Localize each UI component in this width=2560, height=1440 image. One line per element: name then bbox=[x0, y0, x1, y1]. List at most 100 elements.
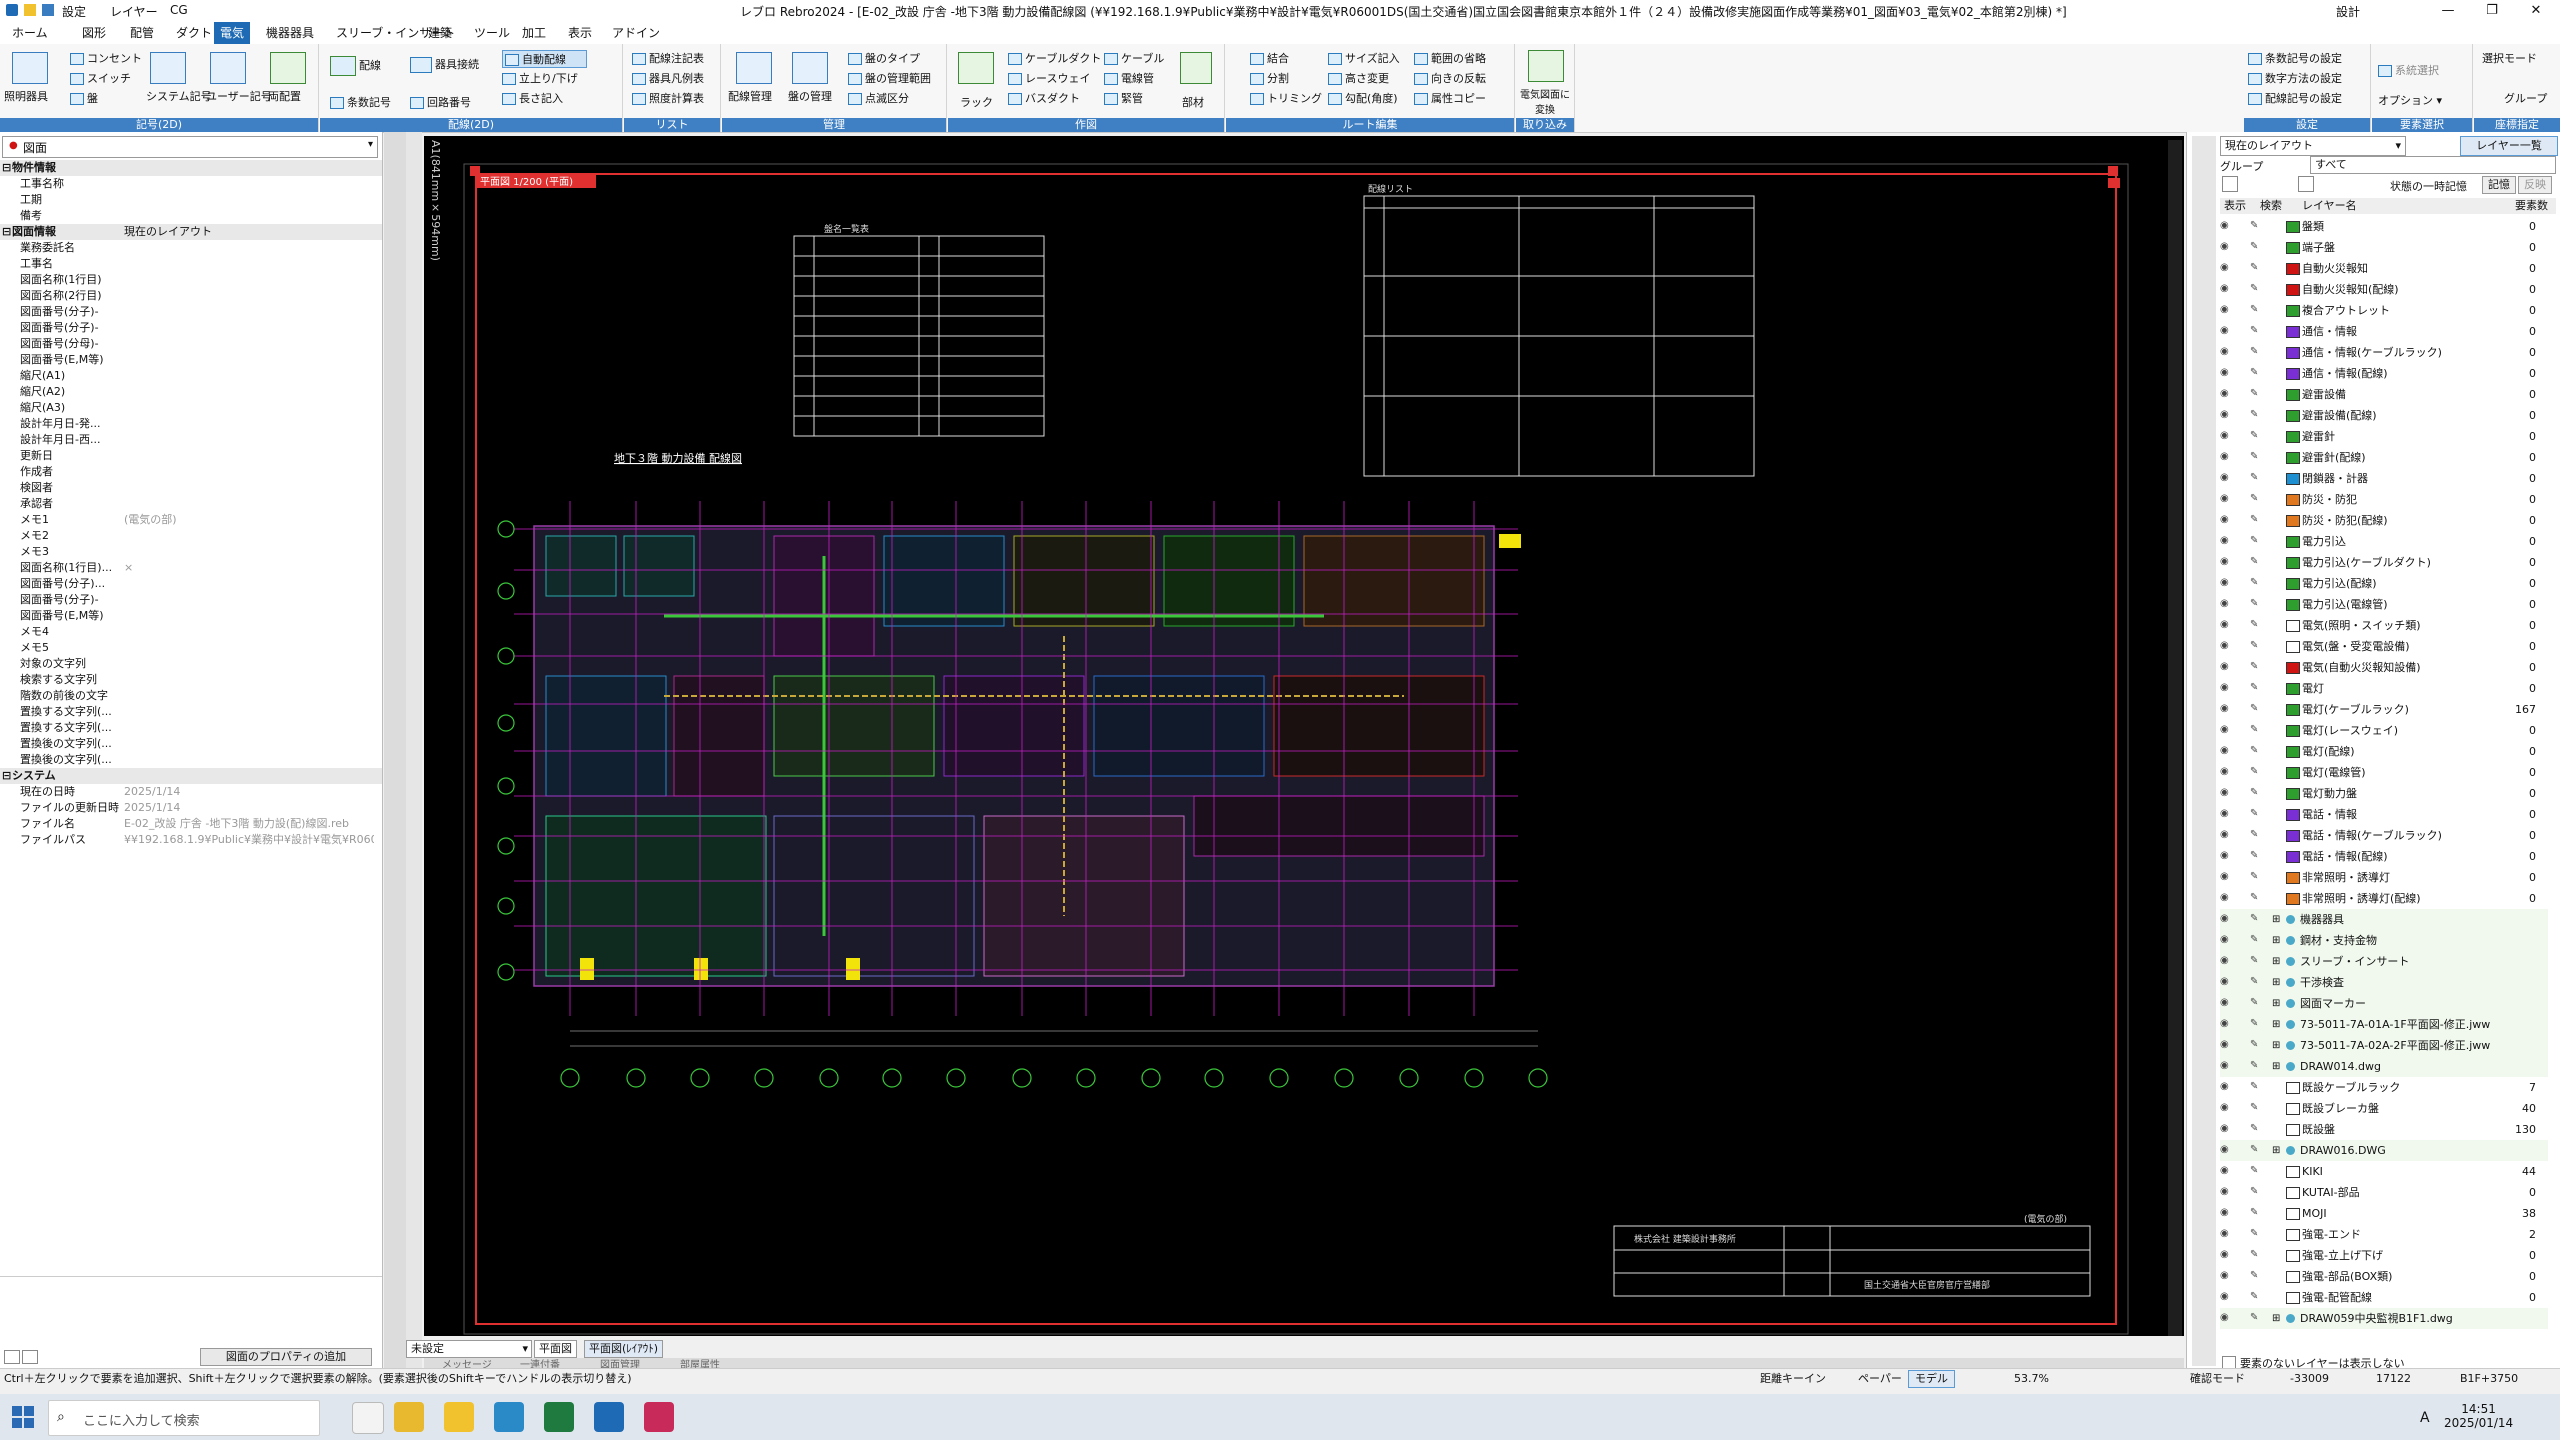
property-row[interactable]: 図面番号(分子)- bbox=[0, 304, 382, 320]
layer-row[interactable]: ◉ ✎ KUTAI-部品 0 bbox=[2220, 1182, 2548, 1203]
eye-icon[interactable]: ◉ bbox=[2220, 661, 2234, 673]
wiring-button[interactable]: 配線 bbox=[330, 56, 381, 76]
pencil-icon[interactable]: ✎ bbox=[2250, 787, 2264, 799]
options-button[interactable]: オプション ▾ bbox=[2378, 92, 2442, 108]
list-view-icon[interactable] bbox=[22, 1350, 38, 1364]
menu-tools[interactable]: ツール bbox=[468, 22, 516, 44]
property-row[interactable]: 置換後の文字列(... bbox=[0, 752, 382, 768]
layer-color-swatch[interactable] bbox=[2286, 1208, 2300, 1220]
collapse-icon[interactable]: ⊟ bbox=[2, 768, 11, 784]
wire-count-button[interactable]: 条数記号 bbox=[330, 94, 391, 110]
member-icon[interactable] bbox=[1180, 52, 1212, 84]
layer-row[interactable]: ◉ ✎ 通信・情報 0 bbox=[2220, 321, 2548, 342]
pencil-icon[interactable]: ✎ bbox=[2250, 703, 2264, 715]
layer-row[interactable]: ◉ ✎ 電力引込 0 bbox=[2220, 531, 2548, 552]
memory-button[interactable]: 記憶 bbox=[2482, 176, 2516, 194]
eye-icon[interactable]: ◉ bbox=[2220, 241, 2234, 253]
pencil-icon[interactable]: ✎ bbox=[2250, 262, 2264, 274]
property-row[interactable]: 図面番号(分子)- bbox=[0, 592, 382, 608]
layer-row[interactable]: ◉ ✎ 電力引込(電線管) 0 bbox=[2220, 594, 2548, 615]
layer-row[interactable]: ◉ ✎ 電気(自動火災報知設備) 0 bbox=[2220, 657, 2548, 678]
windows-start-icon[interactable] bbox=[10, 1404, 36, 1430]
eye-icon[interactable]: ◉ bbox=[2220, 304, 2234, 316]
reflect-button[interactable]: 反映 bbox=[2518, 176, 2552, 194]
col-layer-name[interactable]: レイヤー名 bbox=[2302, 198, 2357, 214]
ime-indicator[interactable]: A bbox=[2420, 1410, 2430, 1426]
layer-row[interactable]: ◉ ✎ 非常照明・誘導灯(配線) 0 bbox=[2220, 888, 2548, 909]
split-button[interactable]: 分割 bbox=[1250, 70, 1289, 86]
system-symbol-button[interactable]: システム記号 bbox=[146, 88, 212, 104]
layer-row[interactable]: ◉ ✎ 既設ブレーカ盤 40 bbox=[2220, 1098, 2548, 1119]
expand-icon[interactable]: ⊞ bbox=[2272, 972, 2280, 993]
pencil-icon[interactable]: ✎ bbox=[2250, 913, 2264, 925]
panel-type-button[interactable]: 盤のタイプ bbox=[848, 50, 920, 66]
layer-row[interactable]: ◉ ✎ 電灯動力盤 0 bbox=[2220, 783, 2548, 804]
eye-icon[interactable]: ◉ bbox=[2220, 997, 2234, 1009]
pencil-icon[interactable]: ✎ bbox=[2250, 430, 2264, 442]
pencil-icon[interactable]: ✎ bbox=[2250, 1039, 2264, 1051]
property-row[interactable]: 階数の前後の文字 bbox=[0, 688, 382, 704]
layer-color-swatch[interactable] bbox=[2286, 431, 2300, 443]
collapse-icon[interactable]: ⊟ bbox=[2, 224, 11, 240]
refresh-icon[interactable] bbox=[2222, 176, 2238, 192]
open-icon[interactable] bbox=[24, 4, 36, 16]
pencil-icon[interactable]: ✎ bbox=[2250, 388, 2264, 400]
eye-icon[interactable]: ◉ bbox=[2220, 703, 2234, 715]
pencil-icon[interactable]: ✎ bbox=[2250, 472, 2264, 484]
eye-icon[interactable]: ◉ bbox=[2220, 1165, 2234, 1177]
layer-row[interactable]: ◉ ✎ 強電-エンド 2 bbox=[2220, 1224, 2548, 1245]
property-row[interactable]: メモ3 bbox=[0, 544, 382, 560]
chrome-icon[interactable] bbox=[394, 1402, 424, 1432]
layer-color-swatch[interactable] bbox=[2286, 305, 2300, 317]
layer-row[interactable]: ◉ ✎ MOJI 38 bbox=[2220, 1203, 2548, 1224]
layer-group-row[interactable]: ◉ ✎ ⊞ 図面マーカー bbox=[2220, 993, 2548, 1014]
property-row[interactable]: メモ1 (電気の部) bbox=[0, 512, 382, 528]
pencil-icon[interactable]: ✎ bbox=[2250, 850, 2264, 862]
layer-row[interactable]: ◉ ✎ 電灯(配線) 0 bbox=[2220, 741, 2548, 762]
property-value[interactable]: × bbox=[124, 560, 374, 576]
eye-icon[interactable]: ◉ bbox=[2220, 892, 2234, 904]
pencil-icon[interactable]: ✎ bbox=[2250, 1249, 2264, 1261]
pencil-icon[interactable]: ✎ bbox=[2250, 1270, 2264, 1282]
property-row[interactable]: 図面番号(分母)- bbox=[0, 336, 382, 352]
property-row[interactable]: 図面名称(1行目)... × bbox=[0, 560, 382, 576]
pencil-icon[interactable]: ✎ bbox=[2250, 220, 2264, 232]
property-row[interactable]: 置換後の文字列(... bbox=[0, 736, 382, 752]
menu-duct[interactable]: ダクト bbox=[170, 22, 218, 44]
fixture-legend-button[interactable]: 器具凡例表 bbox=[632, 70, 704, 86]
taskbar-search[interactable]: ⌕ ここに入力して検索 bbox=[48, 1400, 320, 1436]
pencil-icon[interactable]: ✎ bbox=[2250, 1186, 2264, 1198]
pencil-icon[interactable]: ✎ bbox=[2250, 640, 2264, 652]
expand-icon[interactable]: ⊞ bbox=[2272, 1035, 2280, 1056]
layer-group-row[interactable]: ◉ ✎ ⊞ DRAW059中央監視B1F1.dwg bbox=[2220, 1308, 2548, 1329]
wiring-manage-icon[interactable] bbox=[736, 52, 772, 84]
wiring-symbol-settings-button[interactable]: 配線記号の設定 bbox=[2248, 90, 2342, 106]
pencil-icon[interactable]: ✎ bbox=[2250, 808, 2264, 820]
layer-color-swatch[interactable] bbox=[2286, 872, 2300, 884]
expand-icon[interactable]: ⊞ bbox=[2272, 951, 2280, 972]
close-button[interactable]: ✕ bbox=[2514, 0, 2558, 22]
pencil-icon[interactable]: ✎ bbox=[2250, 1123, 2264, 1135]
property-row[interactable]: 置換する文字列(... bbox=[0, 720, 382, 736]
expand-icon[interactable]: ⊞ bbox=[2272, 993, 2280, 1014]
excel-icon[interactable] bbox=[544, 1402, 574, 1432]
property-row[interactable]: 図面番号(E,M等) bbox=[0, 352, 382, 368]
property-row[interactable]: ファイルの更新日時 2025/1/14 bbox=[0, 800, 382, 816]
eye-icon[interactable]: ◉ bbox=[2220, 1060, 2234, 1072]
layer-color-swatch[interactable] bbox=[2286, 221, 2300, 233]
layer-group-row[interactable]: ◉ ✎ ⊞ DRAW016.DWG bbox=[2220, 1140, 2548, 1161]
panel-manage-button[interactable]: 盤の管理 bbox=[788, 88, 832, 104]
property-value[interactable]: (電気の部) bbox=[124, 512, 374, 528]
eye-icon[interactable]: ◉ bbox=[2220, 850, 2234, 862]
model-toggle[interactable]: モデル bbox=[1908, 1370, 1955, 1388]
layer-row[interactable]: ◉ ✎ 通信・情報(ケーブルラック) 0 bbox=[2220, 342, 2548, 363]
pencil-icon[interactable]: ✎ bbox=[2250, 976, 2264, 988]
eye-icon[interactable]: ◉ bbox=[2220, 640, 2234, 652]
convert-electric-icon[interactable] bbox=[1528, 50, 1564, 82]
property-row[interactable]: 現在の日時 2025/1/14 bbox=[0, 784, 382, 800]
layer-color-swatch[interactable] bbox=[2286, 893, 2300, 905]
pencil-icon[interactable]: ✎ bbox=[2250, 997, 2264, 1009]
eye-icon[interactable]: ◉ bbox=[2220, 1270, 2234, 1282]
layer-row[interactable]: ◉ ✎ 盤類 0 bbox=[2220, 216, 2548, 237]
layer-color-swatch[interactable] bbox=[2286, 1082, 2300, 1094]
